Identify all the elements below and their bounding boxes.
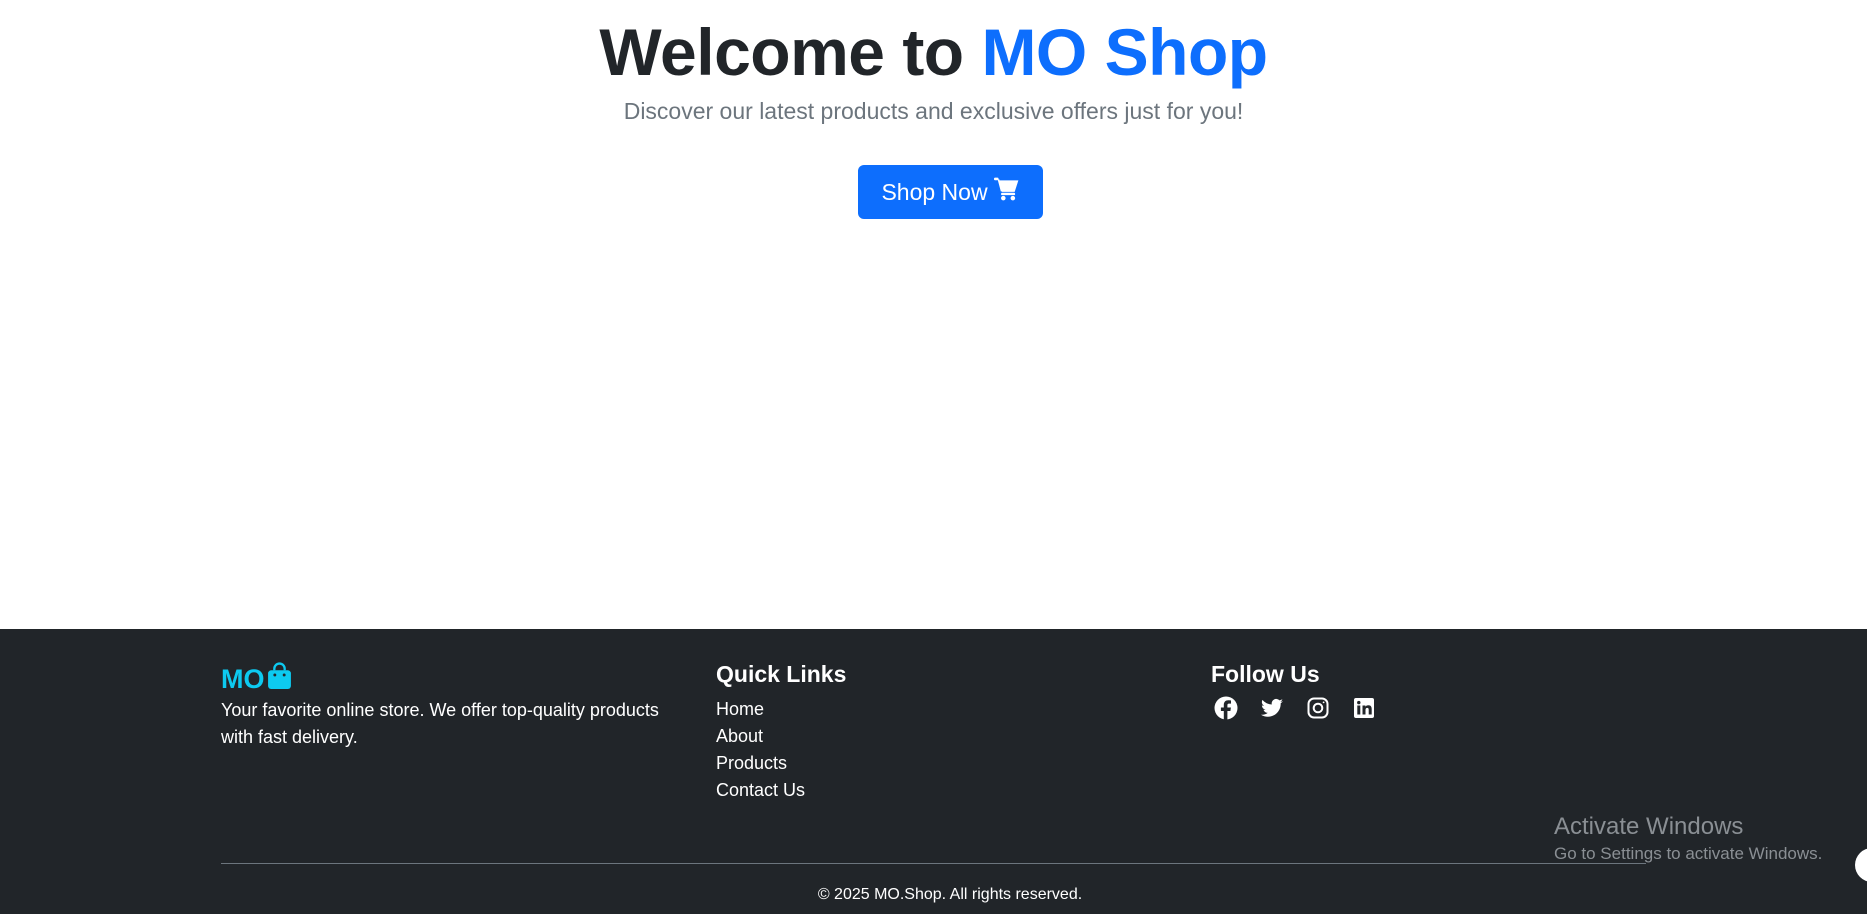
shopping-bag-icon	[265, 662, 292, 696]
twitter-icon[interactable]	[1260, 696, 1284, 720]
footer-copyright: © 2025 MO.Shop. All rights reserved.	[817, 886, 1083, 903]
footer-follow-us: Follow Us	[1211, 657, 1376, 720]
footer-logo[interactable]: MO	[221, 662, 681, 696]
follow-us-title: Follow Us	[1211, 661, 1320, 687]
instagram-icon[interactable]	[1306, 696, 1330, 720]
site-footer: MO Your favorite online store. We offer …	[0, 629, 1867, 914]
footer-divider	[221, 863, 1646, 864]
hero-title: Welcome to MO Shop	[0, 12, 1867, 92]
social-links	[1211, 696, 1376, 720]
hero-section: Welcome to MO Shop Discover our latest p…	[0, 0, 1867, 629]
quick-links-list: Home About Products Contact Us	[716, 696, 846, 804]
logo-text: MO	[221, 663, 265, 694]
footer-description: Your favorite online store. We offer top…	[221, 700, 659, 747]
footer-link-about[interactable]: About	[716, 723, 846, 750]
cart-icon	[993, 177, 1020, 207]
shop-now-button[interactable]: Shop Now	[858, 165, 1043, 219]
quick-links-title: Quick Links	[716, 661, 847, 687]
hero-title-prefix: Welcome to	[599, 15, 982, 89]
hero-title-brand: MO Shop	[981, 15, 1268, 89]
footer-brand-column: MO Your favorite online store. We offer …	[221, 662, 681, 751]
activate-windows-watermark: Activate Windows Go to Settings to activ…	[1554, 812, 1822, 866]
footer-quick-links: Quick Links Home About Products Contact …	[716, 657, 846, 804]
footer-link-contact[interactable]: Contact Us	[716, 777, 846, 804]
activate-windows-subtitle: Go to Settings to activate Windows.	[1554, 844, 1823, 863]
linkedin-icon[interactable]	[1352, 696, 1376, 720]
hero-subtitle: Discover our latest products and exclusi…	[623, 98, 1244, 124]
footer-link-products[interactable]: Products	[716, 750, 846, 777]
facebook-icon[interactable]	[1214, 696, 1238, 720]
footer-link-home[interactable]: Home	[716, 696, 846, 723]
activate-windows-title: Activate Windows	[1554, 813, 1744, 840]
shop-now-label: Shop Now	[881, 178, 988, 205]
